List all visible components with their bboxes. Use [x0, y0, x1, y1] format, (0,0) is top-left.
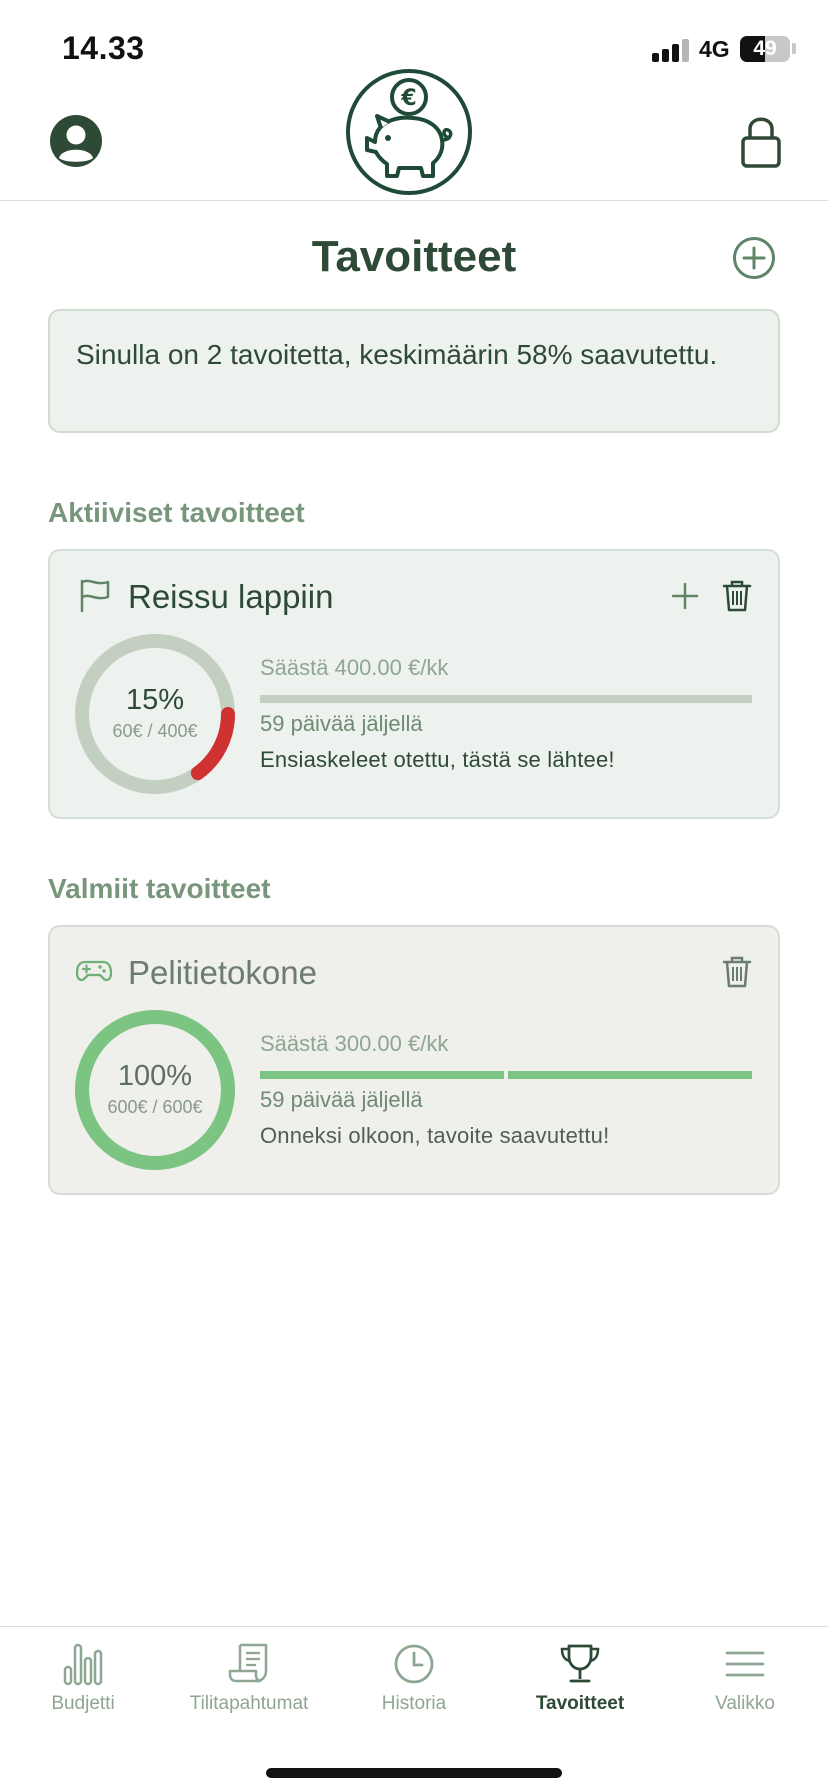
- goal-card-reissu-lappiin[interactable]: Reissu lappiin 15% 60€ / 400€ Säästä 400…: [48, 549, 780, 819]
- gamepad-icon: [76, 960, 112, 982]
- user-circle-icon[interactable]: [49, 114, 103, 168]
- goal-message: Onneksi olkoon, tavoite saavutettu!: [260, 1123, 610, 1148]
- battery-tip: [792, 43, 796, 54]
- tab-label: Tavoitteet: [535, 1693, 625, 1714]
- days-left: 59 päivää jäljellä: [260, 1087, 423, 1112]
- goal-name: Pelitietokone: [128, 954, 317, 991]
- tab-historia[interactable]: Historia: [331, 1641, 497, 1731]
- bar-chart-icon: [63, 1643, 103, 1686]
- flag-icon: [80, 579, 110, 613]
- menu-icon: [725, 1651, 765, 1677]
- progress-amount: 60€ / 400€: [112, 721, 198, 741]
- progress-bar-segment: [260, 695, 752, 703]
- battery-level: 49: [753, 37, 777, 60]
- trophy-icon: [560, 1644, 600, 1683]
- active-goals-heading: Aktiiviset tavoitteet: [48, 497, 305, 528]
- monthly-progress-bar: [260, 695, 752, 703]
- monthly-save-rate: Säästä 300.00 €/kk: [260, 1031, 449, 1056]
- cellular-signal-icon: [652, 38, 692, 62]
- progress-amount: 600€ / 600€: [107, 1097, 203, 1117]
- receipt-icon: [228, 1643, 268, 1683]
- svg-text:€: €: [400, 86, 416, 111]
- lock-icon[interactable]: [740, 114, 782, 168]
- add-goal-button[interactable]: [732, 236, 776, 280]
- tab-label: Budjetti: [51, 1693, 115, 1714]
- tab-label: Historia: [381, 1693, 447, 1714]
- piggy-bank-euro-icon[interactable]: €: [345, 68, 473, 196]
- home-indicator: [266, 1768, 562, 1778]
- tab-label: Valikko: [715, 1693, 775, 1714]
- clock-icon: [394, 1644, 434, 1684]
- progress-bar-segment: [260, 1071, 504, 1079]
- delete-goal-button[interactable]: [722, 579, 752, 613]
- page-title: Tavoitteet: [311, 232, 517, 281]
- goals-summary: Sinulla on 2 tavoitetta, keskimäärin 58%…: [48, 309, 780, 433]
- delete-goal-button[interactable]: [722, 955, 752, 989]
- goal-name: Reissu lappiin: [128, 578, 334, 615]
- add-funds-button[interactable]: [670, 581, 700, 611]
- progress-percent: 15%: [125, 684, 185, 716]
- tab-label: Tilitapahtumat: [189, 1693, 309, 1714]
- progress-bar-segment: [508, 1071, 752, 1079]
- progress-percent: 100%: [117, 1060, 193, 1092]
- tab-tavoitteet[interactable]: Tavoitteet: [497, 1641, 663, 1731]
- status-time: 14.33: [62, 30, 145, 66]
- goal-message: Ensiaskeleet otettu, tästä se lähtee!: [260, 747, 615, 772]
- days-left: 59 päivää jäljellä: [260, 711, 423, 736]
- done-goals-heading: Valmiit tavoitteet: [48, 873, 271, 904]
- app-header: €: [0, 64, 828, 201]
- tab-tilitapahtumat[interactable]: Tilitapahtumat: [166, 1641, 332, 1731]
- monthly-progress-bar: [260, 1071, 752, 1079]
- tab-valikko[interactable]: Valikko: [662, 1641, 828, 1731]
- tab-budjetti[interactable]: Budjetti: [0, 1641, 166, 1731]
- battery-icon: 49: [740, 36, 790, 62]
- goal-card-pelitietokone[interactable]: Pelitietokone 100% 600€ / 600€ Säästä 30…: [48, 925, 780, 1195]
- monthly-save-rate: Säästä 400.00 €/kk: [260, 655, 449, 680]
- network-type: 4G: [699, 36, 730, 62]
